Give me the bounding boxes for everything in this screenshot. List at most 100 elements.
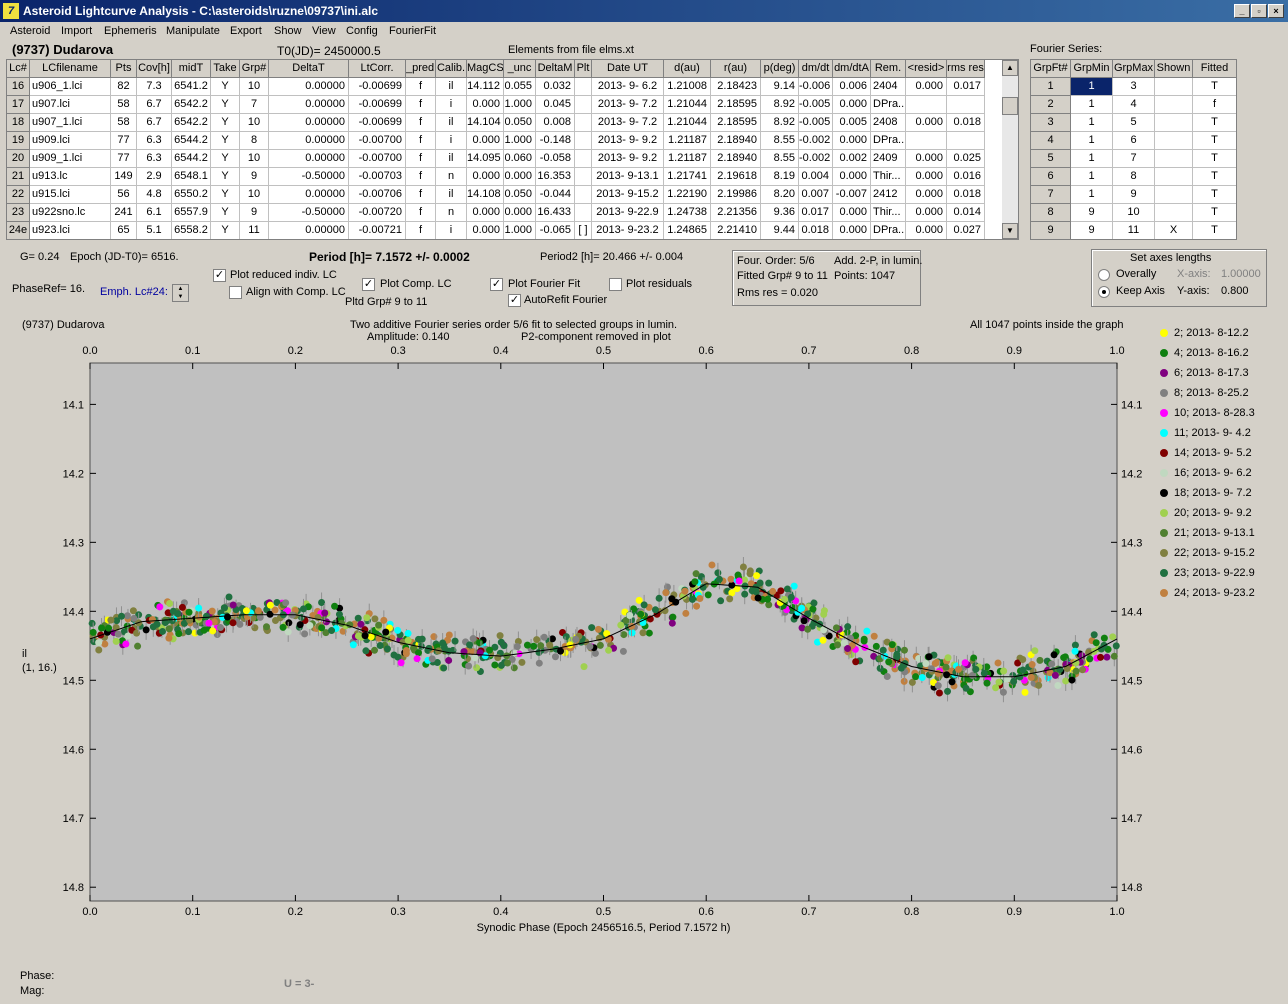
x-tick-label-top: 0.6 <box>699 345 714 357</box>
data-point <box>741 590 749 598</box>
legend-label: 10; 2013- 8-28.3 <box>1174 407 1255 419</box>
data-point <box>159 627 167 635</box>
data-point <box>999 688 1007 696</box>
data-point <box>404 629 412 637</box>
data-point <box>209 627 217 635</box>
data-point <box>754 594 762 602</box>
legend-label: 11; 2013- 9- 4.2 <box>1174 427 1251 439</box>
data-point <box>335 610 343 618</box>
data-point <box>1109 633 1117 641</box>
data-point <box>918 673 926 681</box>
x-tick-label-top: 1.0 <box>1109 345 1124 357</box>
x-tick-label-bottom: 0.2 <box>288 906 303 918</box>
data-point <box>1100 634 1108 642</box>
legend-dot-icon <box>1160 349 1168 357</box>
data-point <box>704 591 712 599</box>
data-point <box>1110 652 1118 660</box>
data-point <box>175 630 183 638</box>
data-point <box>242 607 250 615</box>
data-point <box>1031 647 1039 655</box>
data-point <box>390 651 398 659</box>
data-point <box>224 613 232 621</box>
data-point <box>195 604 203 612</box>
legend-entry: 24; 2013- 9-23.2 <box>1160 587 1255 599</box>
data-point <box>572 635 580 643</box>
data-point <box>216 624 224 632</box>
data-point <box>717 597 725 605</box>
data-point <box>284 628 292 636</box>
data-point <box>272 617 280 625</box>
data-point <box>168 617 176 625</box>
data-point <box>594 625 602 633</box>
legend-label: 16; 2013- 9- 6.2 <box>1174 467 1252 479</box>
data-point <box>465 662 473 670</box>
data-point <box>645 629 653 637</box>
data-point <box>200 626 208 634</box>
data-point <box>787 593 795 601</box>
lightcurve-chart[interactable]: 0.0 0.0 0.1 0.1 0.2 0.2 0.3 0.3 0.4 0.4 0.5 0.5 0.6 0… <box>0 0 1288 1004</box>
y-tick-label-left: 14.5 <box>63 675 84 687</box>
x-tick-label-top: 0.2 <box>288 345 303 357</box>
data-point <box>208 607 216 615</box>
legend-dot-icon <box>1160 429 1168 437</box>
data-point <box>156 603 164 611</box>
data-point <box>142 626 150 634</box>
data-point <box>691 578 699 586</box>
data-point <box>1021 688 1029 696</box>
data-point <box>229 601 237 609</box>
x-tick-label-bottom: 0.8 <box>904 906 919 918</box>
data-point <box>300 605 308 613</box>
status-u: U = 3- <box>284 978 315 990</box>
data-point <box>820 607 828 615</box>
data-point <box>693 602 701 610</box>
y-tick-label-left: 14.3 <box>63 537 84 549</box>
data-point <box>428 655 436 663</box>
legend-dot-icon <box>1160 469 1168 477</box>
data-point <box>537 642 545 650</box>
legend-entry: 14; 2013- 9- 5.2 <box>1160 447 1252 459</box>
x-tick-label-top: 0.7 <box>801 345 816 357</box>
x-axis-label: Synodic Phase (Epoch 2456516.5, Period 7… <box>477 922 731 934</box>
data-point <box>518 658 526 666</box>
data-point <box>114 630 122 638</box>
legend-entry: 8; 2013- 8-25.2 <box>1160 387 1249 399</box>
x-tick-label-bottom: 0.4 <box>493 906 508 918</box>
data-point <box>530 642 538 650</box>
data-point <box>954 665 962 673</box>
data-point <box>166 599 174 607</box>
data-point <box>620 631 628 639</box>
data-point <box>860 637 868 645</box>
legend-dot-icon <box>1160 589 1168 597</box>
data-point <box>681 587 689 595</box>
data-point <box>637 610 645 618</box>
data-point <box>662 589 670 597</box>
data-point <box>1027 673 1035 681</box>
data-point <box>580 663 588 671</box>
data-point <box>1097 653 1105 661</box>
data-point <box>363 614 371 622</box>
data-point <box>440 664 448 672</box>
data-point <box>221 604 229 612</box>
data-point <box>885 658 893 666</box>
data-point <box>688 595 696 603</box>
data-point <box>1019 656 1027 664</box>
y-tick-label-left: 14.7 <box>63 813 84 825</box>
data-point <box>715 575 723 583</box>
data-point <box>800 617 808 625</box>
data-point <box>254 607 262 615</box>
data-point <box>375 621 383 629</box>
data-point <box>98 624 106 632</box>
data-point <box>101 640 109 648</box>
data-point <box>124 632 132 640</box>
x-tick-label-bottom: 0.0 <box>82 906 97 918</box>
legend-label: 24; 2013- 9-23.2 <box>1174 587 1255 599</box>
data-point <box>413 655 421 663</box>
data-point <box>692 570 700 578</box>
data-point <box>117 612 125 620</box>
y-tick-label-right: 14.4 <box>1121 606 1142 618</box>
data-point <box>296 621 304 629</box>
data-point <box>682 609 690 617</box>
data-point <box>943 671 951 679</box>
legend-entry: 21; 2013- 9-13.1 <box>1160 527 1255 539</box>
x-tick-label-top: 0.4 <box>493 345 508 357</box>
